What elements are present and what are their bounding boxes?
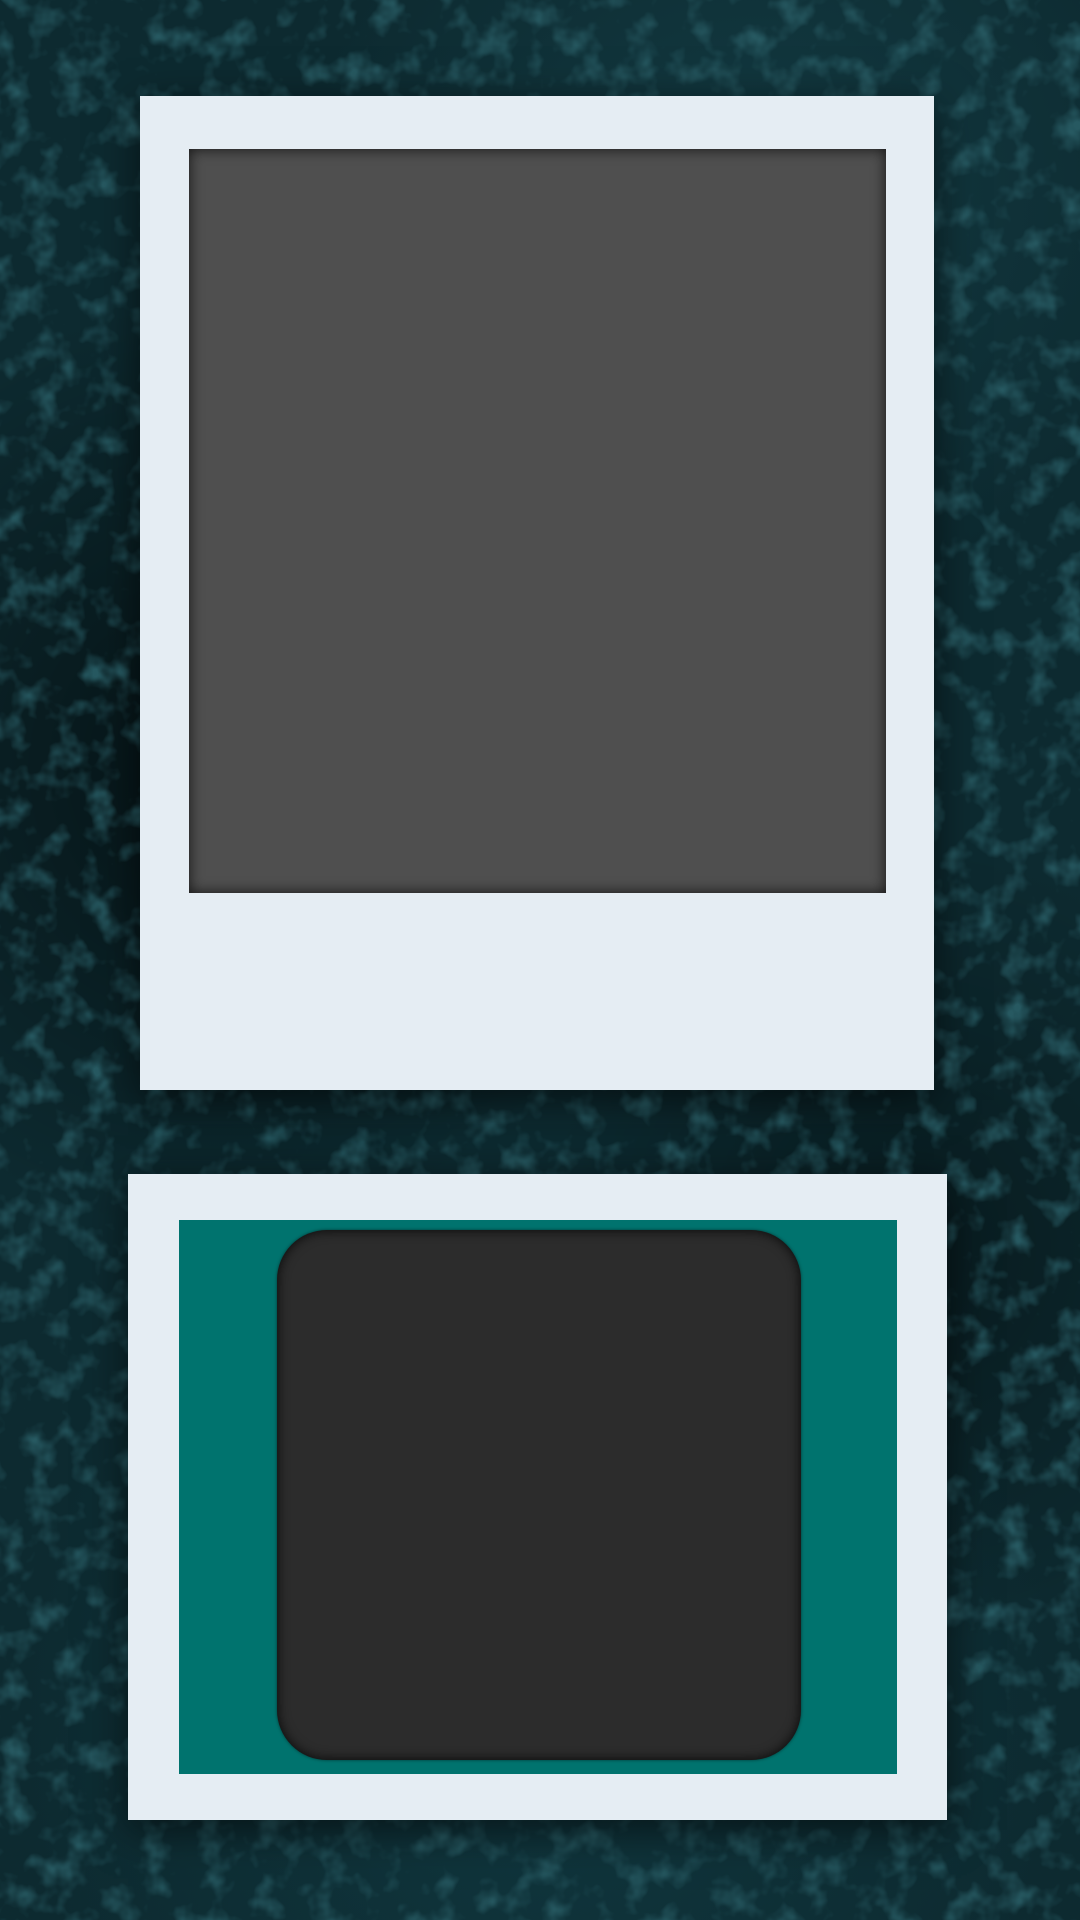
top-photo-frame	[140, 96, 934, 1090]
screen-placeholder[interactable]	[277, 1230, 801, 1760]
caption-area[interactable]	[189, 906, 886, 1056]
bottom-photo-frame	[128, 1174, 947, 1820]
teal-mat	[179, 1220, 897, 1774]
photo-placeholder[interactable]	[189, 149, 886, 893]
